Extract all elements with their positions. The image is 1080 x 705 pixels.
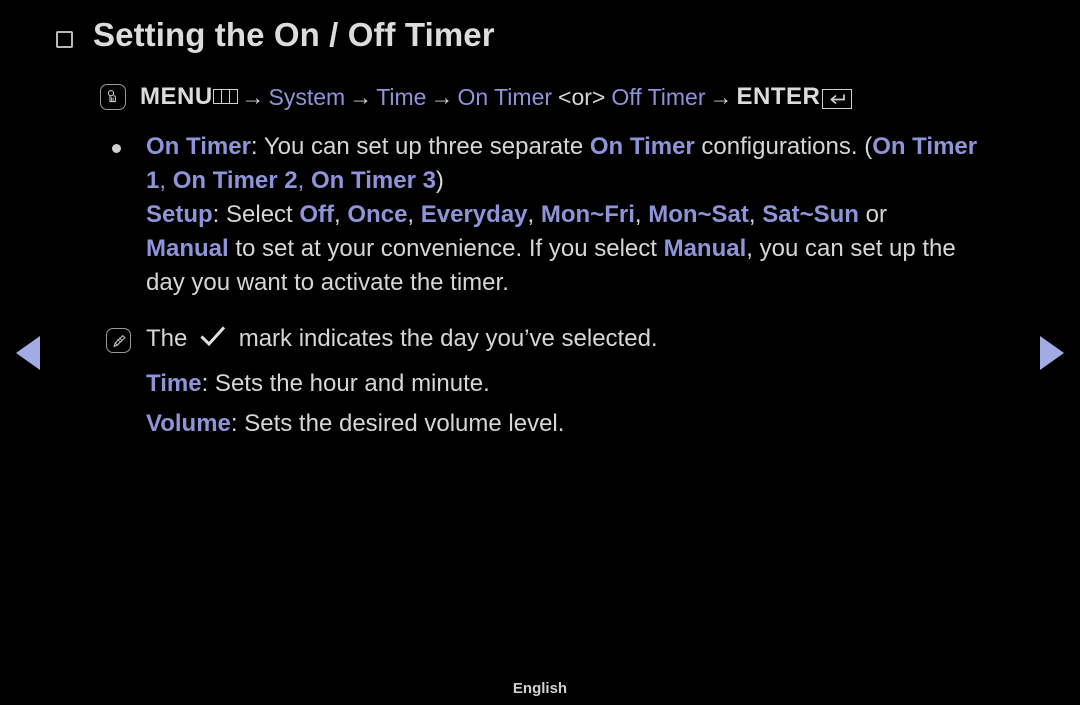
term-on-timer: On Timer [146, 133, 251, 160]
note-row: The mark indicates the day you’ve select… [100, 322, 1040, 356]
breadcrumb-enter-label[interactable]: ENTER [737, 82, 821, 112]
term-manual-2: Manual [663, 235, 747, 262]
checkmark-icon [200, 324, 226, 358]
setup-sep-3: , [527, 201, 541, 228]
breadcrumb-or-label: <or> [558, 84, 606, 110]
breadcrumb-arrow-1: → [241, 84, 265, 110]
note-text-a: The [146, 325, 188, 352]
setup-sep-4: , [634, 201, 649, 228]
breadcrumb-arrow-4: → [709, 84, 733, 110]
breadcrumb-item-system[interactable]: System [269, 82, 346, 112]
term-on-timer-num-1: 1 [146, 167, 160, 194]
term-on-timer-num-3: On Timer 3 [310, 167, 436, 194]
content-area: MENU → System → Time → On Timer <or> Off… [100, 82, 1040, 444]
on-timer-text-a: : You can set up three separate [250, 133, 590, 160]
term-on-timer-num-2: On Timer 2 [172, 167, 298, 194]
definition-volume: Volume: Sets the desired volume level. [146, 404, 1040, 444]
note-pen-icon [106, 328, 131, 353]
menu-key-icon [213, 88, 238, 104]
breadcrumb-menu-label[interactable]: MENU [140, 82, 213, 112]
breadcrumb-item-on-timer[interactable]: On Timer [457, 82, 552, 112]
footer-language: English [512, 680, 568, 697]
sep-2: , [297, 167, 311, 194]
term-on-timer-3: On Timer [872, 133, 978, 160]
return-key-icon [822, 89, 853, 109]
option-once: Once [347, 201, 408, 228]
setup-line-3: day you want to activate the timer. [146, 269, 509, 296]
on-timer-text-b: configurations. ( [694, 133, 873, 160]
on-timer-line-2: 1, On Timer 2, On Timer 3) [146, 164, 1040, 198]
breadcrumb-arrow-2: → [349, 84, 373, 110]
bullet-paragraph-on-timer: On Timer: You can set up three separate … [100, 130, 1040, 300]
option-mon-sat: Mon~Sat [648, 201, 749, 228]
setup-sep-5: , [748, 201, 763, 228]
setup-lead: : Select [212, 201, 300, 228]
definition-time-text: : Sets the hour and minute. [201, 370, 490, 397]
setup-sep-1: , [334, 201, 348, 228]
bullet-dot-icon [112, 144, 121, 153]
term-volume: Volume [146, 410, 231, 437]
breadcrumb: MENU → System → Time → On Timer <or> Off… [100, 82, 1040, 112]
breadcrumb-item-time[interactable]: Time [376, 82, 426, 112]
page-title: Setting the On / Off Timer [93, 16, 495, 53]
square-bullet-icon [56, 30, 73, 48]
term-manual: Manual [146, 235, 229, 262]
breadcrumb-arrow-3: → [430, 84, 454, 110]
setup-text-b: , you can set up the [746, 235, 956, 262]
setup-sep-2: , [407, 201, 421, 228]
breadcrumb-item-off-timer[interactable]: Off Timer [611, 82, 705, 112]
option-sat-sun: Sat~Sun [762, 201, 859, 228]
setup-trailing: or [858, 201, 887, 228]
note-text: The mark indicates the day you’ve select… [146, 322, 1040, 356]
setup-line-2: Manual to set at your convenience. If yo… [146, 232, 1040, 266]
option-mon-fri: Mon~Fri [540, 201, 635, 228]
definition-volume-text: : Sets the desired volume level. [230, 410, 565, 437]
option-off: Off [299, 201, 335, 228]
on-timer-line-1: On Timer: You can set up three separate … [146, 130, 1040, 164]
definition-list: Time: Sets the hour and minute. Volume: … [100, 364, 1040, 444]
term-on-timer-2: On Timer [589, 133, 695, 160]
paren-close: ) [435, 167, 444, 194]
note-text-b: mark indicates the day you’ve selected. [238, 325, 658, 352]
setup-line-1: Setup: Select Off, Once, Everyday, Mon~F… [146, 198, 1040, 232]
left-triangle-icon[interactable] [16, 336, 40, 370]
sep-1: , [159, 167, 173, 194]
option-everyday: Everyday [420, 201, 528, 228]
hand-press-icon [100, 84, 126, 110]
term-setup: Setup [146, 201, 213, 228]
definition-time: Time: Sets the hour and minute. [146, 364, 1040, 404]
setup-text-a: to set at your convenience. If you selec… [228, 235, 664, 262]
term-time: Time [146, 370, 202, 397]
page-header: Setting the On / Off Timer [56, 14, 495, 56]
right-triangle-icon[interactable] [1040, 336, 1064, 370]
